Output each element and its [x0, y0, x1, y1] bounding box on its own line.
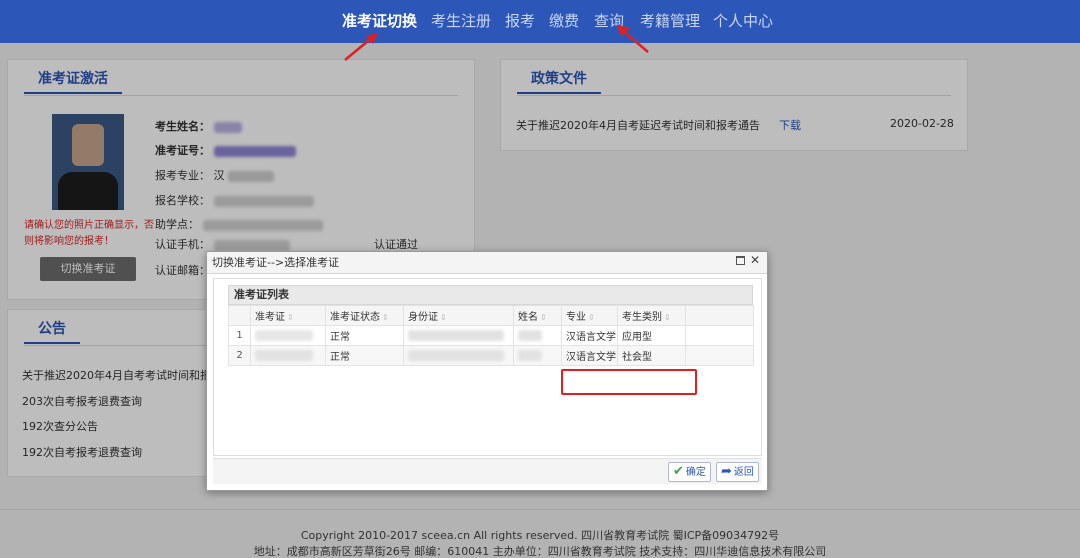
dialog-body: 准考证列表 准考证 ⇕ 准考证状态 ⇕ 身份证 ⇕ 姓名 ⇕ 专业 ⇕ 考生类别 ⇕ 1 正… [213, 278, 762, 456]
confirm-button[interactable]: ✔ 确定 [668, 462, 711, 482]
major-cell: 汉语言文学 [561, 345, 618, 366]
sort-icon: ⇕ [382, 313, 389, 322]
nav-apply[interactable]: 报考 [505, 10, 535, 31]
column-header[interactable]: 考生类别 ⇕ [617, 305, 686, 326]
back-arrow-icon: ➦ [721, 464, 732, 479]
back-button[interactable]: ➦ 返回 [716, 462, 759, 482]
row-number: 2 [228, 345, 251, 366]
nav-personal[interactable]: 个人中心 [713, 10, 773, 31]
sort-icon: ⇕ [440, 313, 447, 322]
id-cell [403, 345, 514, 366]
column-header[interactable]: 准考证状态 ⇕ [325, 305, 404, 326]
sort-icon: ⇕ [664, 313, 671, 322]
column-header[interactable]: 准考证 ⇕ [250, 305, 326, 326]
name-cell [513, 325, 562, 346]
sort-icon: ⇕ [540, 313, 547, 322]
table-header-row: 准考证 ⇕ 准考证状态 ⇕ 身份证 ⇕ 姓名 ⇕ 专业 ⇕ 考生类别 ⇕ [228, 305, 754, 326]
sort-icon: ⇕ [287, 313, 294, 322]
category-cell: 应用型 [617, 325, 686, 346]
id-cell [403, 325, 514, 346]
ticket-cell [250, 345, 326, 366]
ticket-list-title: 准考证列表 [228, 285, 753, 305]
status-cell: 正常 [325, 325, 404, 346]
category-cell: 社会型 [617, 345, 686, 366]
name-cell [513, 345, 562, 366]
annotation-arrow-icon [617, 25, 649, 53]
nav-ticket-switch[interactable]: 准考证切换 [342, 10, 417, 31]
column-header[interactable]: 姓名 ⇕ [513, 305, 562, 326]
top-nav: 准考证切换 考生注册 报考 缴费 查询 考籍管理 个人中心 [0, 0, 1080, 43]
annotation-arrow-icon [344, 33, 378, 61]
table-row[interactable]: 2 正常 汉语言文学 社会型 [228, 345, 754, 366]
table-row[interactable]: 1 正常 汉语言文学 应用型 [228, 325, 754, 346]
column-header[interactable]: 专业 ⇕ [561, 305, 618, 326]
highlight-box [561, 369, 697, 395]
nav-register[interactable]: 考生注册 [431, 10, 491, 31]
nav-payment[interactable]: 缴费 [549, 10, 579, 31]
check-icon: ✔ [673, 464, 684, 479]
ticket-cell [250, 325, 326, 346]
dialog-title: 切换准考证-->选择准考证 [207, 252, 767, 274]
switch-ticket-dialog: 切换准考证-->选择准考证 ✕ 准考证列表 准考证 ⇕ 准考证状态 ⇕ 身份证 ⇕ 姓… [206, 251, 768, 491]
column-header[interactable]: 身份证 ⇕ [403, 305, 514, 326]
sort-icon: ⇕ [588, 313, 595, 322]
ticket-table: 准考证 ⇕ 准考证状态 ⇕ 身份证 ⇕ 姓名 ⇕ 专业 ⇕ 考生类别 ⇕ 1 正常 汉语言文… [228, 305, 754, 366]
major-cell: 汉语言文学 [561, 325, 618, 346]
close-icon[interactable]: ✕ [750, 253, 760, 267]
dialog-footer: ✔ 确定 ➦ 返回 [213, 458, 762, 484]
maximize-icon[interactable] [736, 256, 745, 265]
row-number: 1 [228, 325, 251, 346]
status-cell: 正常 [325, 345, 404, 366]
